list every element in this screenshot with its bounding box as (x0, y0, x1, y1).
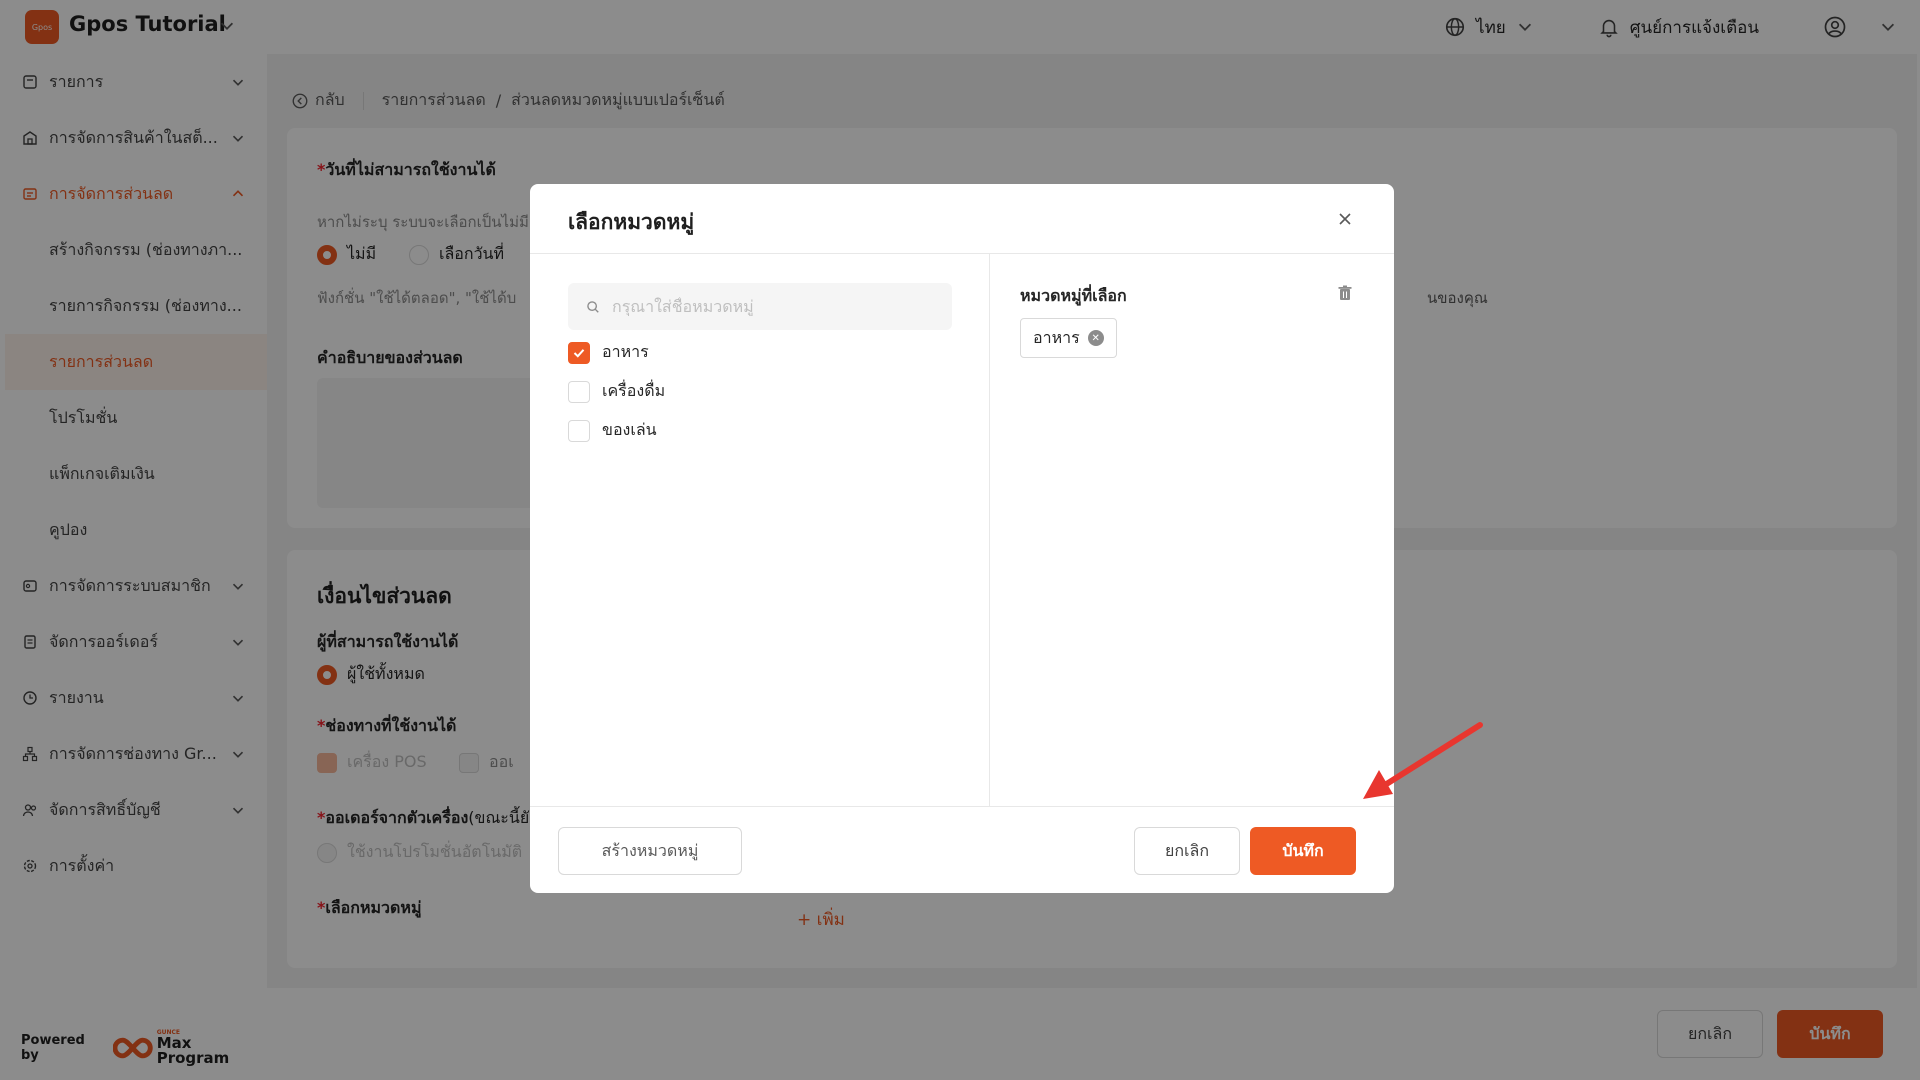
category-item-toys[interactable]: ของเล่น (568, 418, 657, 443)
category-item-drinks[interactable]: เครื่องดื่ม (568, 379, 665, 404)
tag-label: อาหาร (1033, 327, 1080, 347)
modal-cancel-button[interactable]: ยกเลิก (1134, 827, 1240, 875)
remove-tag-icon[interactable]: ✕ (1087, 330, 1104, 346)
annotation-arrow-icon (1363, 722, 1483, 799)
checkbox (568, 380, 590, 403)
category-search (568, 283, 952, 330)
checkbox (568, 419, 590, 442)
selected-title: หมวดหมู่ที่เลือก (1020, 286, 1127, 305)
check-icon (573, 348, 585, 358)
create-category-button[interactable]: สร้างหมวดหมู่ (558, 827, 742, 875)
close-icon (1339, 213, 1351, 225)
modal-footer: สร้างหมวดหมู่ ยกเลิก บันทึก (530, 806, 1394, 893)
trash-icon[interactable] (1336, 284, 1354, 302)
selected-tag-food: อาหาร ✕ (1020, 318, 1117, 358)
checkbox-checked (568, 341, 590, 364)
category-list-panel: อาหาร เครื่องดื่ม ของเล่น (530, 254, 990, 806)
category-search-input[interactable] (612, 297, 932, 316)
modal-save-button[interactable]: บันทึก (1250, 827, 1356, 875)
modal-header: เลือกหมวดหมู่ (530, 184, 1394, 254)
category-label: เครื่องดื่ม (602, 381, 666, 400)
select-category-modal: เลือกหมวดหมู่ อาหาร เครื่องดื่ม ของเล่น … (530, 184, 1394, 893)
category-label: อาหาร (602, 342, 649, 361)
selected-categories-panel: หมวดหมู่ที่เลือก อาหาร ✕ (990, 254, 1394, 806)
category-label: ของเล่น (602, 420, 657, 439)
close-button[interactable] (1334, 208, 1356, 230)
category-item-food[interactable]: อาหาร (568, 340, 649, 365)
modal-title: เลือกหมวดหมู่ (568, 210, 695, 234)
search-icon (587, 300, 599, 313)
